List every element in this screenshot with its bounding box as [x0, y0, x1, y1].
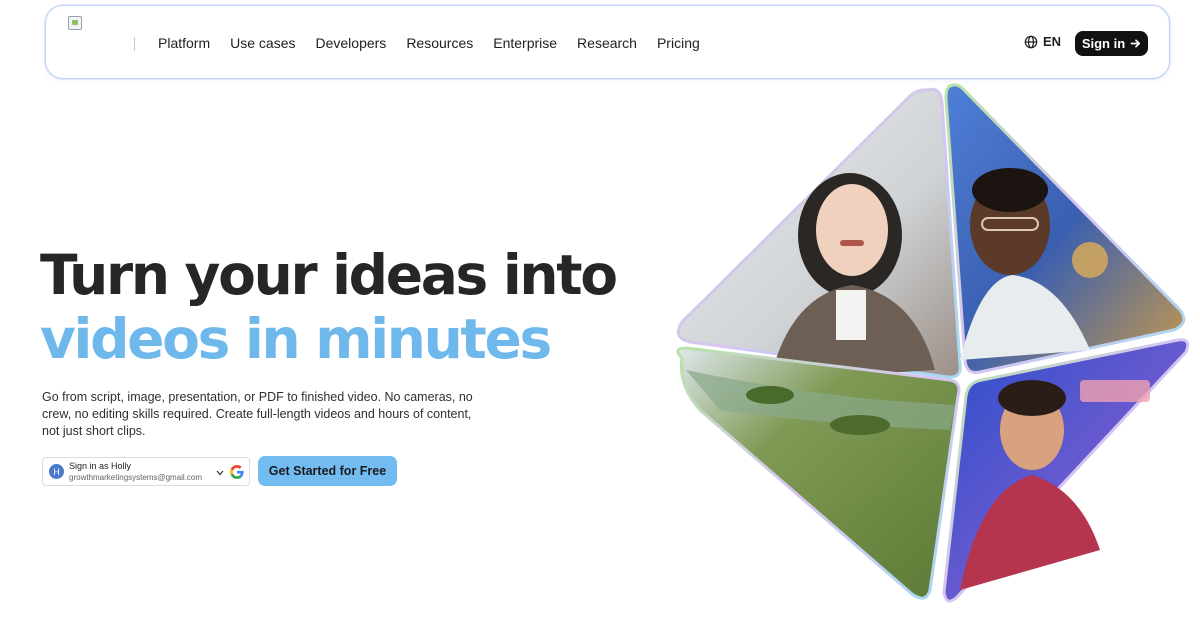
- headline-line-2: videos in minutes: [40, 307, 552, 371]
- logo-icon[interactable]: [68, 16, 82, 30]
- nav-link-pricing[interactable]: Pricing: [657, 35, 700, 51]
- google-one-tap-signin[interactable]: H Sign in as Holly growthmarketingsystem…: [42, 457, 250, 486]
- get-started-button[interactable]: Get Started for Free: [258, 456, 397, 486]
- sign-in-label: Sign in: [1081, 36, 1126, 51]
- hero-video-mosaic: [676, 83, 1190, 603]
- hero-headline: Turn your ideas into videos in minutes: [40, 243, 618, 371]
- avatar: H: [49, 464, 64, 479]
- globe-icon: [1024, 35, 1038, 48]
- video-thumbnail-man-glasses[interactable]: [944, 83, 1186, 374]
- headline-line-1: Turn your ideas into: [40, 243, 618, 307]
- video-thumbnail-meadow[interactable]: [676, 346, 961, 600]
- nav-link-platform[interactable]: Platform: [158, 35, 210, 51]
- nav-link-resources[interactable]: Resources: [406, 35, 473, 51]
- hero-subtext: Go from script, image, presentation, or …: [42, 390, 473, 438]
- nav-link-use-cases[interactable]: Use cases: [230, 35, 295, 51]
- nav-link-developers[interactable]: Developers: [315, 35, 386, 51]
- nav-divider: [134, 37, 135, 51]
- nav-link-enterprise[interactable]: Enterprise: [493, 35, 557, 51]
- top-navigation: Platform Use cases Developers Resources …: [45, 5, 1170, 79]
- language-selector[interactable]: EN: [1024, 34, 1061, 49]
- nav-link-research[interactable]: Research: [577, 35, 637, 51]
- nav-links: Platform Use cases Developers Resources …: [158, 6, 700, 80]
- page: Platform Use cases Developers Resources …: [0, 0, 1200, 623]
- google-g-icon: [230, 465, 244, 479]
- language-label: EN: [1043, 34, 1062, 49]
- arrow-right-icon: [1130, 39, 1141, 48]
- signin-as-name: Sign in as Holly: [69, 461, 132, 471]
- signin-email: growthmarketingsystems@gmail.com: [69, 473, 203, 482]
- video-thumbnail-man-red-jacket[interactable]: [942, 338, 1190, 603]
- sign-in-button[interactable]: Sign in: [1075, 31, 1148, 56]
- video-thumbnail-woman[interactable]: [676, 87, 962, 380]
- chevron-down-icon[interactable]: [216, 470, 224, 476]
